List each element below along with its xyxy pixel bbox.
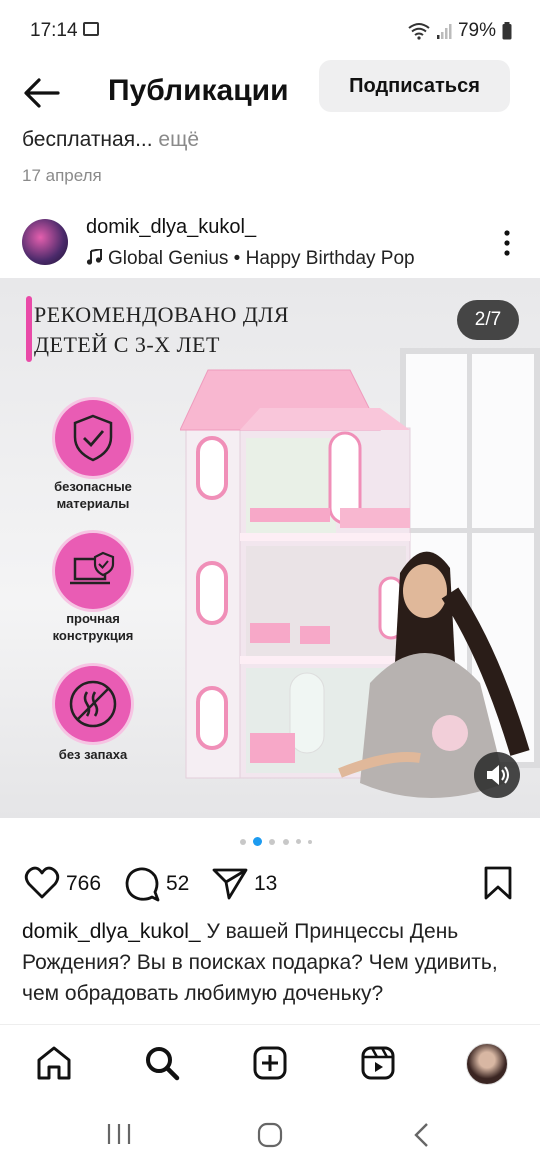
- author-avatar[interactable]: [22, 219, 68, 265]
- feature-label-strong: прочная конструкция: [18, 610, 168, 644]
- headline-line-2: ДЕТЕЙ С 3-Х ЛЕТ: [34, 332, 220, 357]
- post-media[interactable]: РЕКОМЕНДОВАНО ДЛЯ ДЕТЕЙ С 3-Х ЛЕТ 2/7 бе…: [0, 278, 540, 818]
- back-arrow-icon[interactable]: [22, 76, 62, 110]
- headline-line-1: РЕКОМЕНДОВАНО ДЛЯ: [34, 302, 290, 327]
- speaker-icon: [487, 765, 509, 785]
- feature-line: прочная: [66, 611, 120, 626]
- laptop-shield-icon: [70, 551, 115, 585]
- home-circle-icon[interactable]: [257, 1122, 283, 1148]
- feature-badge-odor: [55, 666, 131, 742]
- page-title: Публикации: [108, 74, 289, 107]
- carousel-dot: [269, 839, 275, 845]
- headline-accent-bar: [26, 296, 32, 362]
- no-odor-icon: [69, 680, 117, 728]
- battery-icon: [502, 22, 512, 40]
- search-icon[interactable]: [144, 1045, 180, 1081]
- music-note-icon: [86, 247, 102, 265]
- shield-check-icon: [73, 414, 113, 462]
- previous-caption-text: бесплатная...: [22, 128, 153, 151]
- post-username[interactable]: domik_dlya_kukol_: [86, 216, 256, 239]
- comment-count[interactable]: 52: [166, 872, 189, 896]
- carousel-dot: [283, 839, 289, 845]
- sound-toggle-button[interactable]: [474, 752, 520, 798]
- carousel-indicator: [240, 837, 320, 847]
- share-count[interactable]: 13: [254, 872, 277, 896]
- carousel-counter: 2/7: [457, 300, 519, 340]
- carousel-dot: [308, 840, 312, 844]
- feature-badge-safe: [55, 400, 131, 476]
- carousel-dot-active: [253, 837, 262, 846]
- feature-label-safe: безопасные материалы: [18, 478, 168, 512]
- profile-avatar[interactable]: [466, 1043, 508, 1085]
- feature-badge-strong: [55, 533, 131, 609]
- feature-label-odor: без запаха: [18, 746, 168, 763]
- battery-percent: 79%: [457, 20, 496, 41]
- wifi-icon: [408, 23, 430, 40]
- bookmark-icon[interactable]: [484, 866, 512, 900]
- feature-line: материалы: [56, 496, 130, 511]
- previous-post-caption: бесплатная... ещё: [22, 128, 199, 152]
- action-bar: 766 52 13: [0, 864, 540, 904]
- recents-icon[interactable]: [106, 1122, 132, 1146]
- more-link[interactable]: ещё: [153, 128, 199, 151]
- post-caption: domik_dlya_kukol_ У вашей Принцессы День…: [22, 916, 522, 1024]
- feature-line: безопасные: [54, 479, 132, 494]
- share-icon[interactable]: [212, 867, 248, 901]
- music-info[interactable]: Global Genius • Happy Birthday Pop: [86, 247, 415, 270]
- comment-icon[interactable]: [124, 866, 160, 902]
- previous-post-date: 17 апреля: [22, 166, 102, 185]
- more-options-icon[interactable]: [500, 228, 514, 258]
- reels-icon[interactable]: [360, 1045, 396, 1081]
- like-count[interactable]: 766: [66, 872, 101, 896]
- system-navigation: [0, 1100, 540, 1170]
- back-chevron-icon[interactable]: [412, 1122, 432, 1148]
- caption-username[interactable]: domik_dlya_kukol_: [22, 920, 201, 943]
- signal-icon: [436, 24, 452, 39]
- media-headline: РЕКОМЕНДОВАНО ДЛЯ ДЕТЕЙ С 3-Х ЛЕТ: [34, 300, 289, 360]
- follow-button[interactable]: Подписаться: [319, 60, 510, 112]
- music-label: Global Genius • Happy Birthday Pop: [108, 248, 415, 269]
- bottom-navigation: [0, 1024, 540, 1101]
- carousel-dot: [240, 839, 246, 845]
- home-icon[interactable]: [36, 1045, 72, 1081]
- status-right: 79%: [408, 20, 512, 42]
- image-icon: [83, 22, 99, 36]
- carousel-dot: [296, 839, 301, 844]
- feature-line: без запаха: [58, 747, 128, 762]
- status-bar: 17:14 79%: [0, 0, 540, 62]
- page-header: Публикации Подписаться: [0, 60, 540, 126]
- like-heart-icon[interactable]: [24, 866, 60, 900]
- status-time: 17:14: [30, 20, 78, 41]
- create-icon[interactable]: [252, 1045, 288, 1081]
- feature-line: конструкция: [52, 628, 134, 643]
